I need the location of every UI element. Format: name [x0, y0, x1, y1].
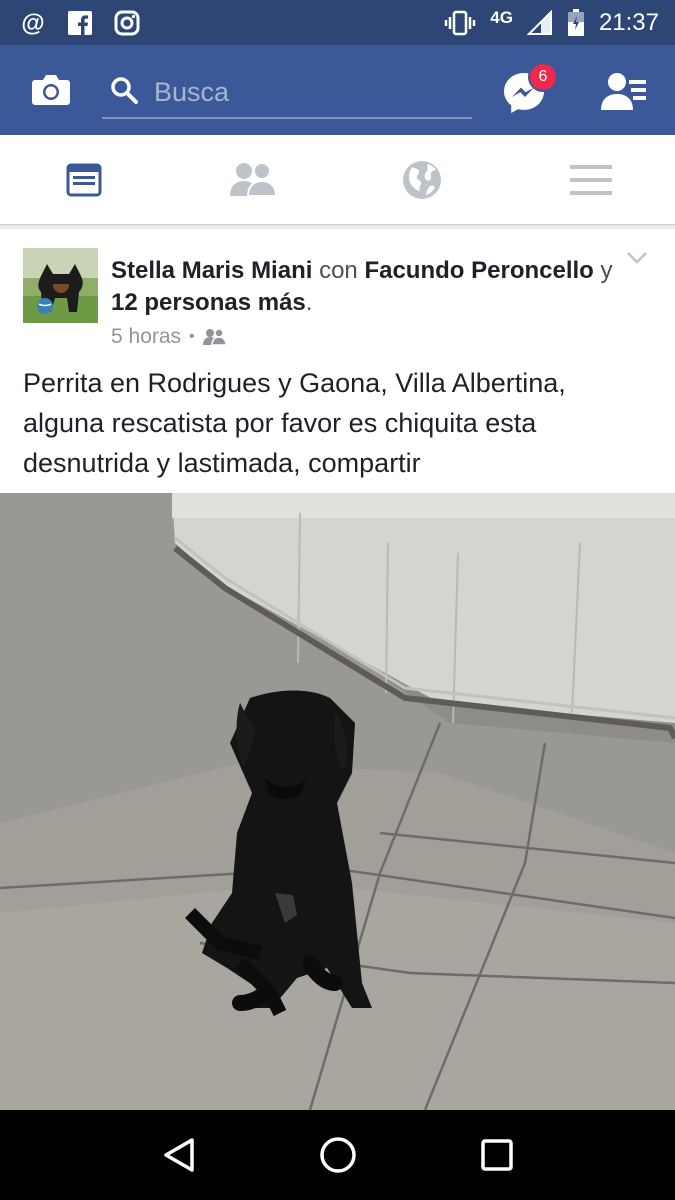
post-text: Perrita en Rodrigues y Gaona, Villa Albe… — [23, 368, 566, 478]
post-meta: 5 horas • — [111, 325, 227, 349]
avatar[interactable] — [23, 248, 98, 323]
camera-icon[interactable] — [31, 73, 71, 107]
with-word: con — [319, 257, 358, 284]
post-card: Stella Maris Miani con Facundo Peroncell… — [0, 229, 675, 1110]
app-bar: 6 — [0, 45, 675, 135]
instagram-icon — [114, 10, 140, 36]
friend-requests-icon[interactable] — [601, 72, 649, 112]
tab-notifications[interactable] — [338, 135, 507, 224]
period: . — [305, 289, 313, 316]
signal-icon — [526, 9, 553, 36]
globe-icon — [402, 160, 441, 199]
friends-icon — [202, 328, 227, 346]
tab-menu[interactable] — [506, 135, 675, 224]
tab-news-feed[interactable] — [0, 135, 169, 224]
author-name[interactable]: Stella Maris Miani — [111, 257, 312, 284]
search-input[interactable] — [154, 76, 454, 108]
tagged-name[interactable]: Facundo Peroncello — [364, 257, 593, 284]
recents-icon[interactable] — [480, 1138, 514, 1172]
post-photo[interactable] — [0, 493, 675, 1110]
meta-separator: • — [189, 328, 195, 345]
post-options-chevron-icon[interactable] — [626, 251, 648, 265]
status-bar: @ 4G 21:37 — [0, 0, 675, 45]
clock: 21:37 — [598, 8, 659, 36]
messenger-badge: 6 — [528, 62, 558, 92]
android-nav-bar — [0, 1110, 675, 1200]
search-icon — [110, 76, 138, 109]
at-icon: @ — [20, 10, 46, 36]
vibrate-icon — [444, 10, 476, 36]
back-icon[interactable] — [162, 1137, 196, 1173]
menu-icon — [569, 164, 612, 195]
tab-friends[interactable] — [169, 135, 338, 224]
friends-icon — [230, 161, 277, 197]
and-word: y — [600, 257, 613, 284]
network-type: 4G — [490, 7, 513, 27]
facebook-icon — [68, 10, 92, 35]
search-bar[interactable] — [102, 67, 472, 119]
post-header: Stella Maris Miani con Facundo Peroncell… — [111, 255, 621, 319]
svg-text:@: @ — [21, 10, 44, 36]
news-feed-icon — [66, 163, 102, 196]
home-icon[interactable] — [319, 1136, 357, 1174]
others-link[interactable]: 12 personas más — [111, 289, 306, 316]
tab-bar — [0, 135, 675, 225]
battery-icon — [567, 8, 585, 37]
post-time[interactable]: 5 horas — [111, 325, 181, 349]
